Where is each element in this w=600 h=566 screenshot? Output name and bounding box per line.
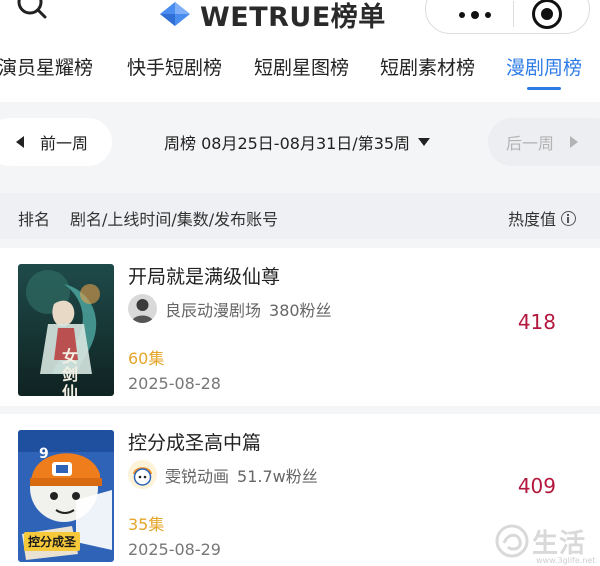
heat-value: 418 bbox=[517, 310, 556, 334]
next-week-button[interactable]: 后一周 bbox=[488, 118, 600, 166]
top-bar: WETRUE榜单 bbox=[0, 0, 600, 38]
column-rank: 排名 bbox=[18, 210, 51, 229]
account-name: 雯锐动画 bbox=[165, 466, 230, 486]
avatar bbox=[128, 294, 157, 323]
watermark-url: www.3glife.net bbox=[536, 556, 596, 565]
info-icon[interactable] bbox=[561, 210, 577, 226]
triangle-left-icon bbox=[16, 136, 24, 148]
ranking-tabs: 演员星耀榜 快手短剧榜 短剧星图榜 短剧素材榜 漫剧周榜 bbox=[0, 38, 600, 102]
episode-count: 60集 bbox=[128, 349, 165, 368]
drama-title[interactable]: 开局就是满级仙尊 bbox=[128, 262, 280, 289]
account-name: 良辰动漫剧场 bbox=[165, 300, 262, 320]
triangle-right-icon bbox=[570, 136, 579, 148]
triangle-down-icon bbox=[418, 138, 431, 146]
list-item[interactable]: 女剑仙 开局就是满级仙尊 良辰动漫剧场 380粉丝 60集 2025-08-28 … bbox=[0, 248, 600, 406]
tab-actor-rank[interactable]: 演员星耀榜 bbox=[0, 53, 93, 80]
poster-title: 控分成圣 bbox=[24, 532, 81, 551]
release-date: 2025-08-28 bbox=[128, 374, 221, 393]
publisher-account[interactable]: 良辰动漫剧场 380粉丝 bbox=[128, 294, 332, 323]
prev-week-label: 前一周 bbox=[40, 134, 89, 153]
brand-name: WETRUE榜单 bbox=[200, 1, 386, 33]
tab-kuaishou-rank[interactable]: 快手短剧榜 bbox=[127, 53, 222, 80]
heat-value: 409 bbox=[517, 474, 556, 498]
search-icon[interactable] bbox=[14, 0, 50, 24]
tab-xingtu-rank[interactable]: 短剧星图榜 bbox=[254, 53, 349, 80]
column-heat-label: 热度值 bbox=[508, 210, 557, 229]
watermark-text: 生活 bbox=[532, 528, 587, 559]
poster-title: 女剑仙 bbox=[61, 347, 78, 397]
watermark-logo-icon bbox=[495, 524, 529, 558]
poster-image[interactable]: 9 控分成圣 bbox=[18, 430, 114, 562]
account-followers: 51.7w粉丝 bbox=[237, 466, 318, 486]
poster-image[interactable]: 女剑仙 bbox=[18, 264, 114, 396]
capsule-divider bbox=[513, 1, 514, 27]
account-followers: 380粉丝 bbox=[269, 300, 332, 320]
active-tab-indicator bbox=[527, 87, 561, 90]
tab-material-rank[interactable]: 短剧素材榜 bbox=[380, 53, 475, 80]
avatar bbox=[128, 460, 157, 489]
mini-program-capsule bbox=[425, 0, 590, 34]
week-dropdown[interactable]: 周榜 08月25日-08月31日/第35周 bbox=[164, 130, 431, 154]
logo-icon bbox=[160, 2, 190, 26]
brand: WETRUE榜单 bbox=[158, 0, 386, 33]
next-week-label: 后一周 bbox=[506, 134, 555, 153]
tab-comic-weekly[interactable]: 漫剧周榜 bbox=[506, 53, 582, 80]
drama-title[interactable]: 控分成圣高中篇 bbox=[128, 428, 261, 455]
more-icon[interactable] bbox=[450, 3, 500, 27]
column-info: 剧名/上线时间/集数/发布账号 bbox=[70, 210, 279, 229]
watermark: 生活 www.3glife.net bbox=[494, 516, 600, 566]
column-heat: 热度值 bbox=[508, 206, 577, 230]
release-date: 2025-08-29 bbox=[128, 540, 221, 559]
rank-number: 9 bbox=[39, 446, 49, 462]
prev-week-button[interactable]: 前一周 bbox=[0, 118, 112, 166]
episode-count: 35集 bbox=[128, 515, 165, 534]
week-selector: 前一周 周榜 08月25日-08月31日/第35周 后一周 bbox=[0, 112, 600, 172]
list-header: 排名 剧名/上线时间/集数/发布账号 热度值 bbox=[0, 193, 600, 239]
publisher-account[interactable]: 雯锐动画 51.7w粉丝 bbox=[128, 460, 318, 489]
close-icon[interactable] bbox=[532, 0, 562, 29]
week-dropdown-label: 周榜 08月25日-08月31日/第35周 bbox=[164, 134, 411, 153]
